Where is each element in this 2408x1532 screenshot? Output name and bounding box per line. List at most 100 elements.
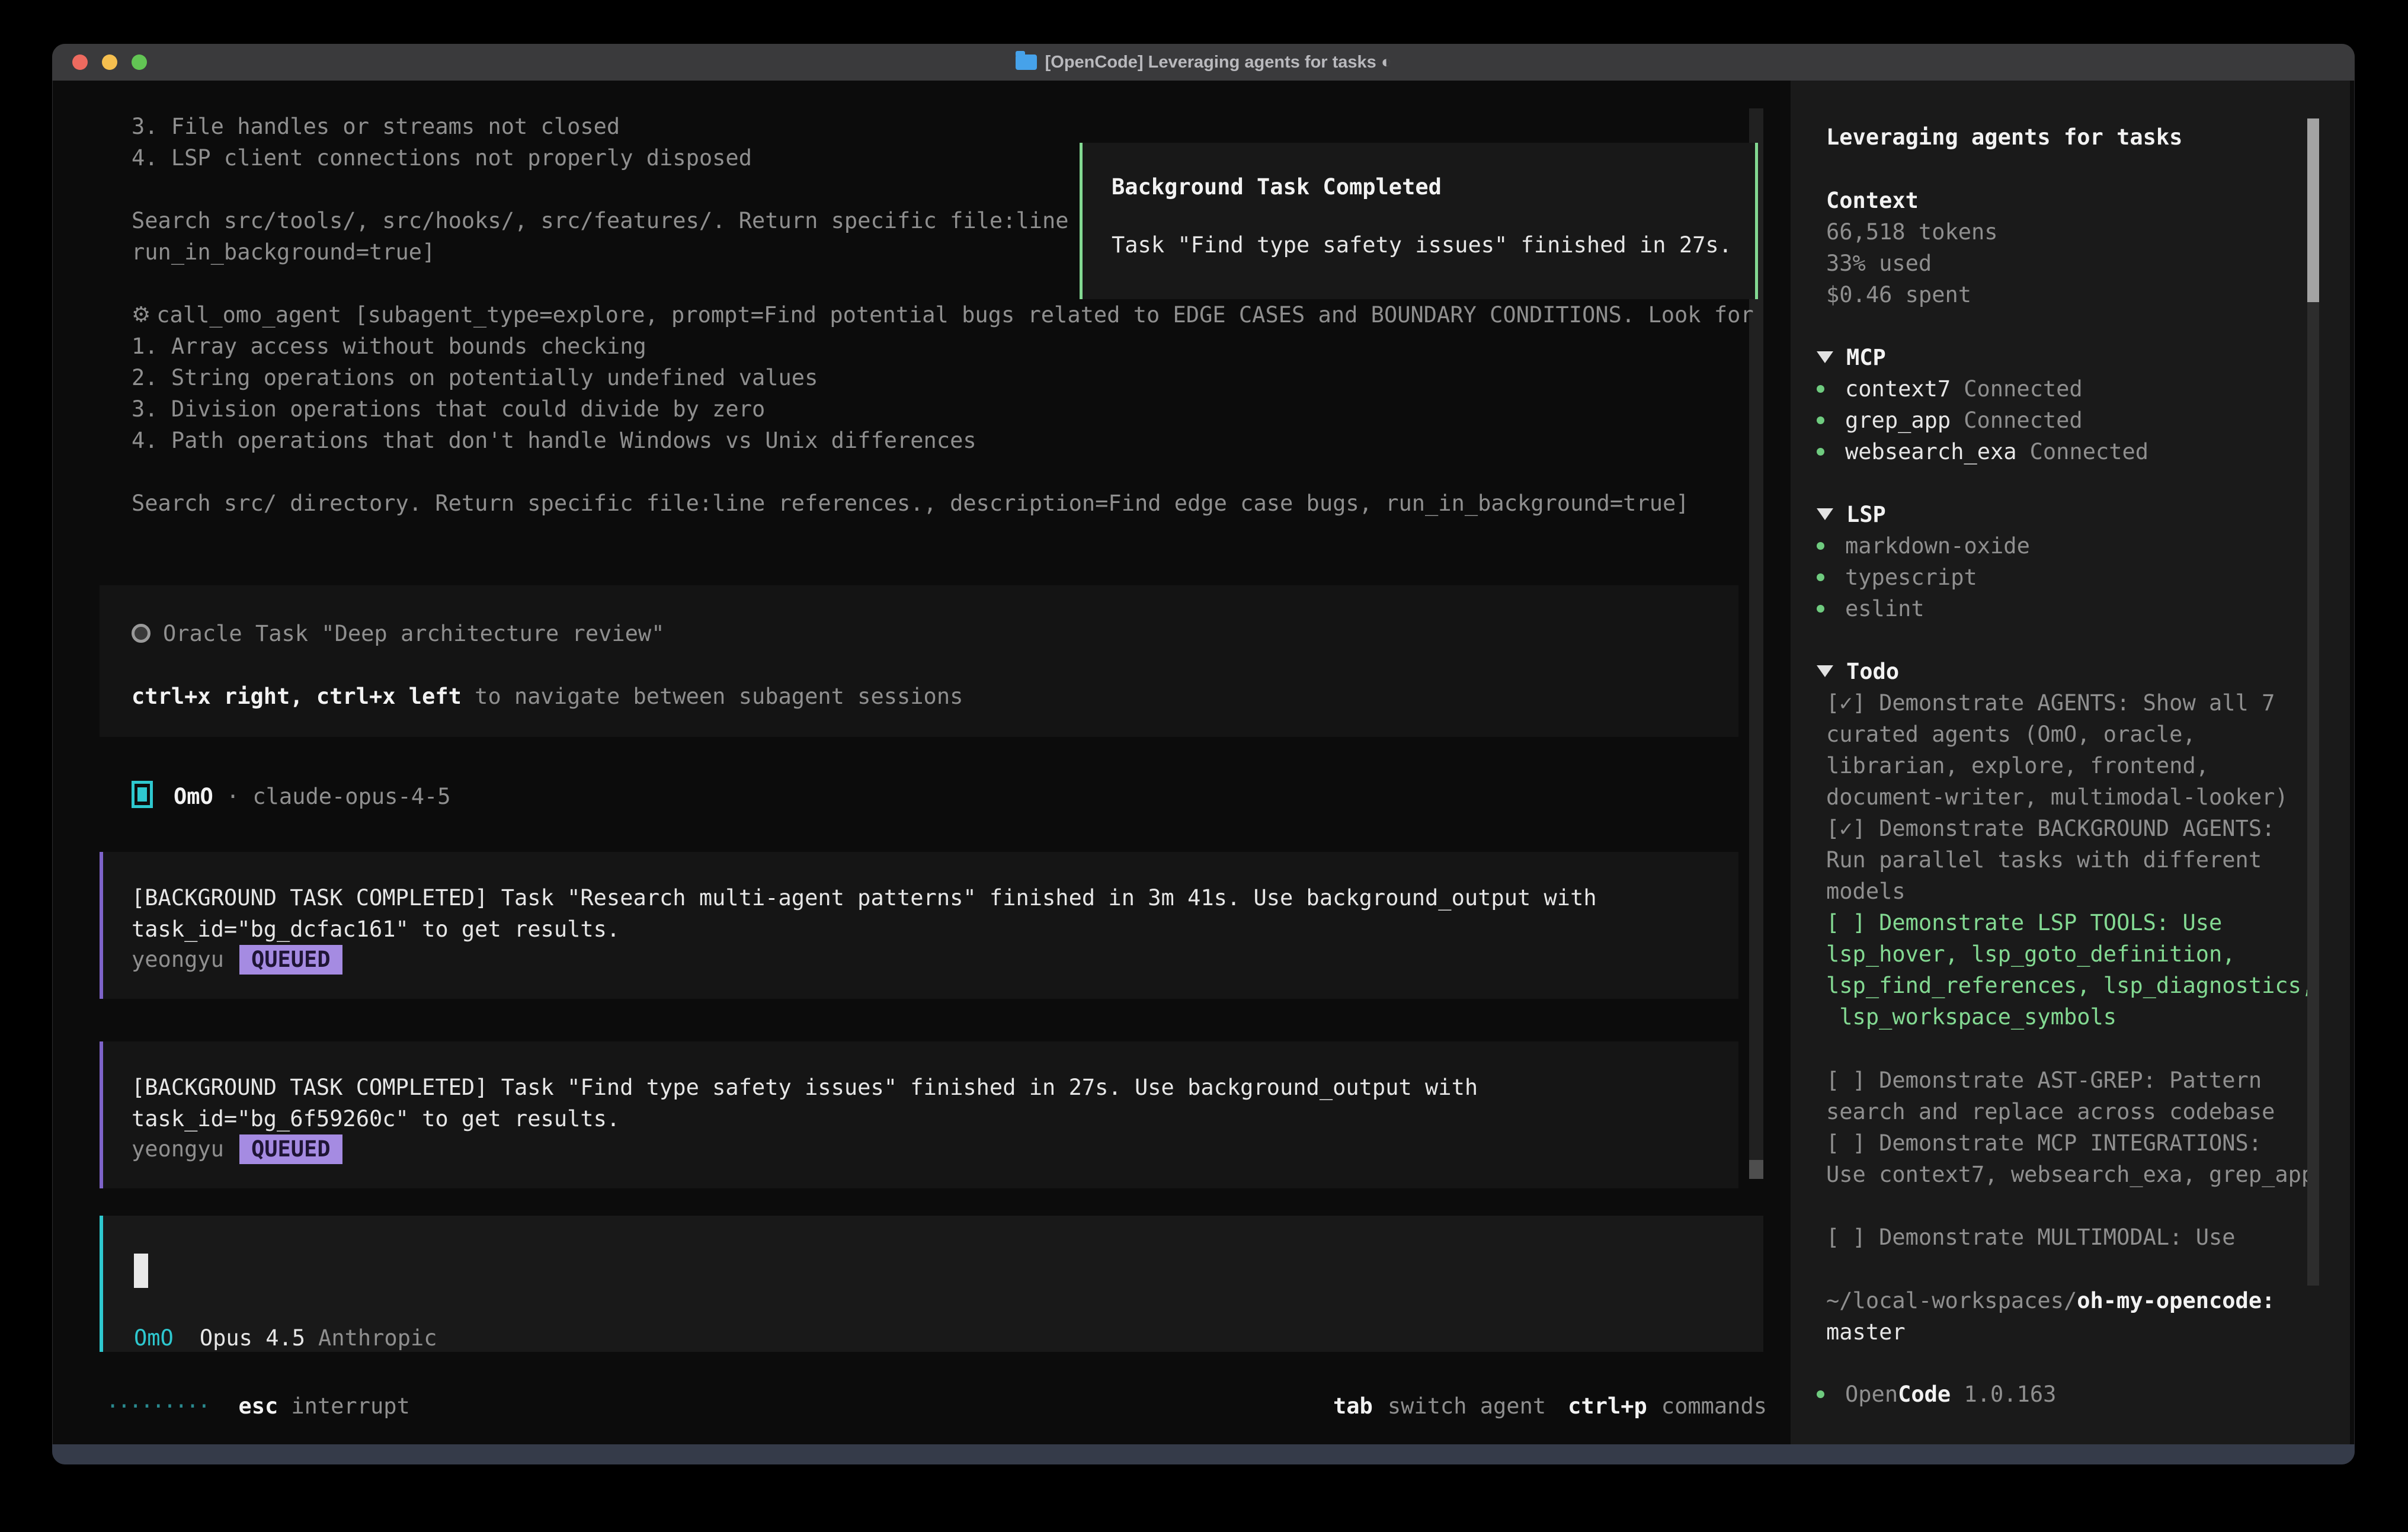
app-version-number: 1.0.163 bbox=[1951, 1382, 2056, 1407]
background-task-notification: Background Task Completed Task "Find typ… bbox=[1080, 143, 1758, 299]
task-author: yeongyu bbox=[132, 1136, 224, 1162]
chevron-down-icon bbox=[1817, 351, 1833, 363]
mcp-section-header[interactable]: MCP bbox=[1817, 342, 1886, 373]
status-badge: QUEUED bbox=[239, 1134, 342, 1164]
zoom-button[interactable] bbox=[132, 55, 147, 70]
mcp-item-status: Connected bbox=[2030, 436, 2148, 467]
task-message-1: [BACKGROUND TASK COMPLETED] Task "Resear… bbox=[100, 852, 1738, 999]
esc-key-label: interrupt bbox=[291, 1390, 409, 1422]
input-provider-label: Anthropic bbox=[318, 1322, 437, 1354]
window-title: [OpenCode] Leveraging agents for tasks ◐ bbox=[1045, 53, 1392, 72]
status-badge: QUEUED bbox=[239, 945, 342, 975]
lsp-section-header[interactable]: LSP bbox=[1817, 499, 1886, 530]
tab-key-hint: tab bbox=[1333, 1390, 1373, 1422]
gear-icon: ⚙ bbox=[132, 299, 150, 331]
task-message-footer: yeongyu QUEUED bbox=[132, 944, 342, 975]
task-message-text: [BACKGROUND TASK COMPLETED] Task "Resear… bbox=[132, 882, 1597, 945]
workspace-repo: oh-my-opencode: bbox=[2077, 1288, 2275, 1313]
app-version: OpenCode 1.0.163 bbox=[1845, 1379, 2056, 1410]
agent-model: · claude-opus-4-5 bbox=[226, 781, 451, 812]
input-model-label: Opus 4.5 bbox=[200, 1322, 305, 1354]
text-cursor bbox=[134, 1254, 148, 1288]
close-button[interactable] bbox=[72, 55, 88, 70]
sidebar-scrollbar-track[interactable] bbox=[2307, 302, 2319, 1286]
statusbar-left: ········· esc interrupt bbox=[106, 1390, 410, 1422]
session-title: Leveraging agents for tasks bbox=[1826, 121, 2182, 153]
mcp-item-name: grep_app bbox=[1845, 405, 1951, 436]
statusbar-right: tab switch agent ctrl+p commands bbox=[1333, 1390, 1767, 1422]
task-message-2: [BACKGROUND TASK COMPLETED] Task "Find t… bbox=[100, 1041, 1738, 1188]
mcp-item: context7 Connected bbox=[1817, 373, 2083, 405]
window-bottom-strip bbox=[52, 1444, 2355, 1464]
lsp-item: markdown-oxide bbox=[1817, 530, 2030, 562]
transcript-text: 3. File handles or streams not closed 4.… bbox=[132, 111, 1069, 268]
task-message-footer: yeongyu QUEUED bbox=[132, 1133, 342, 1165]
lsp-item-name: typescript bbox=[1845, 562, 1977, 593]
lsp-item: eslint bbox=[1817, 593, 1925, 624]
chevron-down-icon bbox=[1817, 508, 1833, 520]
window-titlebar[interactable]: [OpenCode] Leveraging agents for tasks ◐ bbox=[52, 44, 2355, 81]
app-name-bold: Code bbox=[1898, 1382, 1951, 1407]
workspace-branch: master bbox=[1826, 1316, 1906, 1348]
lsp-item-name: eslint bbox=[1845, 593, 1925, 624]
agent-name: OmO bbox=[174, 781, 213, 812]
workspace-path-prefix: ~/local-workspaces/ bbox=[1826, 1288, 2077, 1313]
workspace-path: ~/local-workspaces/oh-my-opencode: bbox=[1826, 1285, 2275, 1316]
todo-active-item: [ ] Demonstrate LSP TOOLS: Use lsp_hover… bbox=[1826, 907, 2314, 1033]
tool-call-row: ⚙ call_omo_agent [subagent_type=explore,… bbox=[132, 299, 1754, 331]
oracle-hint: ctrl+x right, ctrl+x left to navigate be… bbox=[132, 681, 963, 712]
status-dot-icon bbox=[1817, 573, 1824, 581]
chevron-down-icon bbox=[1817, 665, 1833, 677]
todo-heading: Todo bbox=[1846, 656, 1899, 687]
task-author: yeongyu bbox=[132, 947, 224, 972]
status-dot-icon bbox=[1817, 416, 1824, 424]
agent-header: OmO · claude-opus-4-5 bbox=[132, 781, 451, 812]
tool-call-details: 1. Array access without bounds checking … bbox=[132, 331, 1689, 519]
sidebar-scrollbar-thumb[interactable] bbox=[2307, 118, 2319, 302]
mcp-item-name: websearch_exa bbox=[1845, 436, 2017, 467]
task-message-text: [BACKGROUND TASK COMPLETED] Task "Find t… bbox=[132, 1072, 1478, 1134]
context-heading: Context bbox=[1826, 185, 1919, 216]
lsp-heading: LSP bbox=[1846, 499, 1886, 530]
input-footer: OmO Opus 4.5 Anthropic bbox=[134, 1322, 437, 1354]
status-dot-icon bbox=[1817, 542, 1824, 550]
oracle-hint-rest: to navigate between subagent sessions bbox=[462, 684, 963, 709]
mcp-heading: MCP bbox=[1846, 342, 1886, 373]
notification-title: Background Task Completed bbox=[1112, 171, 1442, 203]
todo-pending-item-multimodal: [ ] Demonstrate MULTIMODAL: Use bbox=[1826, 1222, 2236, 1253]
status-dot-icon bbox=[1817, 605, 1824, 613]
status-dot-icon bbox=[1817, 385, 1824, 393]
tool-call-text: call_omo_agent [subagent_type=explore, p… bbox=[156, 299, 1753, 331]
oracle-title: Oracle Task "Deep architecture review" bbox=[163, 618, 664, 649]
version-row: OpenCode 1.0.163 bbox=[1817, 1379, 2056, 1410]
notification-body: Task "Find type safety issues" finished … bbox=[1112, 229, 1732, 261]
todo-pending-items: [ ] Demonstrate AST-GREP: Pattern search… bbox=[1826, 1065, 2314, 1190]
app-name-dim: Open bbox=[1845, 1382, 1898, 1407]
esc-key-hint: esc bbox=[238, 1390, 278, 1422]
agent-checkbox-icon bbox=[132, 781, 153, 808]
oracle-title-row: Oracle Task "Deep architecture review" bbox=[132, 618, 664, 649]
status-dot-icon bbox=[1817, 448, 1824, 456]
traffic-lights bbox=[72, 55, 147, 70]
mcp-item: grep_app Connected bbox=[1817, 405, 2083, 436]
lsp-item: typescript bbox=[1817, 562, 1977, 593]
main-scrollbar-thumb[interactable] bbox=[1749, 1160, 1763, 1179]
lsp-item-name: markdown-oxide bbox=[1845, 530, 2030, 562]
tab-key-label: switch agent bbox=[1388, 1390, 1546, 1422]
todo-done-items: [✓] Demonstrate AGENTS: Show all 7 curat… bbox=[1826, 687, 2288, 907]
mcp-item-status: Connected bbox=[1964, 405, 2082, 436]
minimize-button[interactable] bbox=[102, 55, 117, 70]
status-dot-icon bbox=[1817, 1390, 1824, 1398]
oracle-hint-keys: ctrl+x right, ctrl+x left bbox=[132, 684, 462, 709]
oracle-panel: Oracle Task "Deep architecture review" c… bbox=[100, 585, 1738, 737]
mcp-item-status: Connected bbox=[1964, 373, 2082, 405]
context-stats: 66,518 tokens 33% used $0.46 spent bbox=[1826, 216, 1998, 310]
prompt-input[interactable]: OmO Opus 4.5 Anthropic bbox=[100, 1216, 1763, 1352]
mcp-item: websearch_exa Connected bbox=[1817, 436, 2148, 467]
folder-icon bbox=[1016, 55, 1037, 70]
mcp-item-name: context7 bbox=[1845, 373, 1951, 405]
working-indicator-dots: ········· bbox=[106, 1390, 209, 1422]
todo-section-header[interactable]: Todo bbox=[1817, 656, 1899, 687]
input-agent-label: OmO bbox=[134, 1322, 174, 1354]
ctrlp-key-hint: ctrl+p bbox=[1568, 1390, 1647, 1422]
